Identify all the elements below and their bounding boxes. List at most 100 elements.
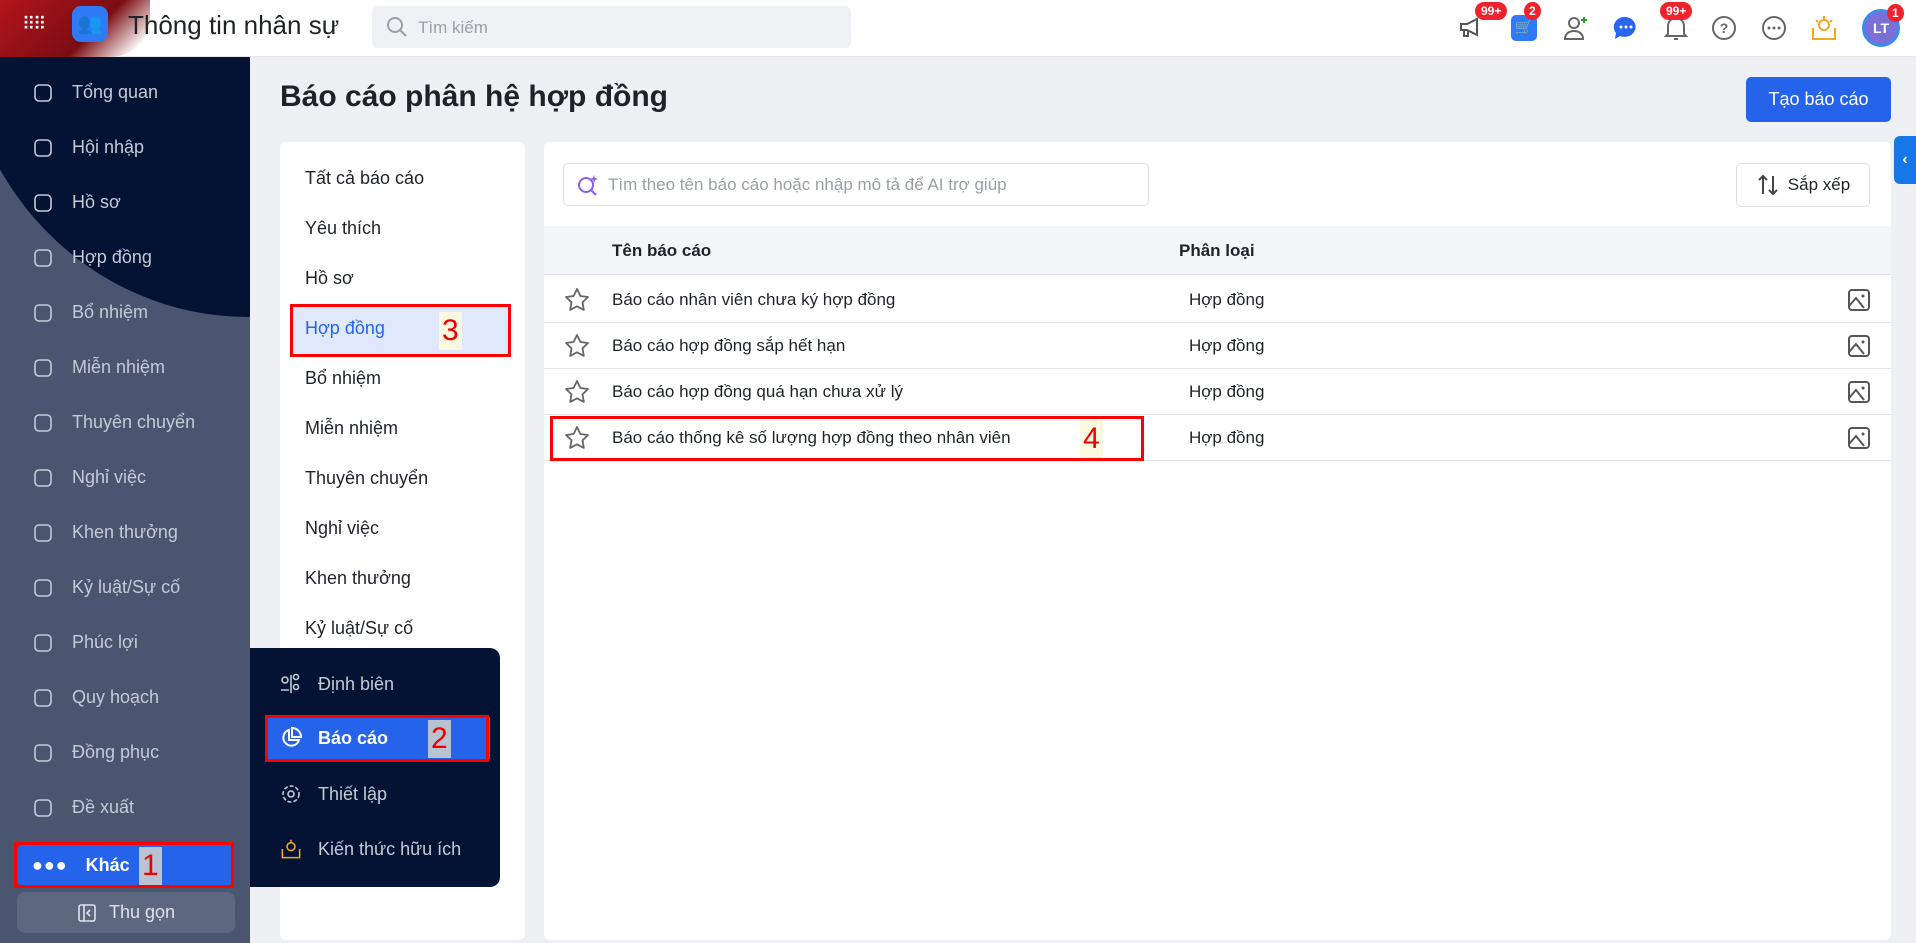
collapse-label: Thu gọn (108, 902, 176, 922)
sidebar-item-label: Quy hoạch (72, 687, 160, 707)
sidebar-item-onboarding[interactable]: Hội nhập (0, 120, 250, 175)
report-category: Hợp đồng (1189, 382, 1265, 401)
search-icon (387, 17, 407, 37)
collapse-icon (78, 903, 96, 922)
notifications-button[interactable]: 99+ (1660, 2, 1693, 44)
category-item[interactable]: Thuyên chuyển (305, 468, 428, 489)
report-list-panel: Tìm theo tên báo cáo hoặc nhập mô tả để … (544, 142, 1891, 940)
category-item[interactable]: Nghỉ việc (305, 518, 379, 539)
flyout-item-staffing[interactable]: Định biên (280, 673, 394, 695)
lightbulb-book-icon (1812, 16, 1836, 40)
image-preview-icon[interactable] (1847, 380, 1871, 404)
star-favorite-icon[interactable] (564, 287, 590, 313)
sidebar-item-label: Hội nhập (72, 137, 145, 157)
report-name[interactable]: Báo cáo hợp đồng quá hạn chưa xử lý (612, 382, 903, 402)
flyout-label: Kiến thức hữu ích (318, 838, 462, 859)
star-favorite-icon[interactable] (564, 333, 590, 359)
column-header-name[interactable]: Tên báo cáo (612, 241, 711, 261)
search-placeholder: Tìm kiếm (418, 18, 488, 37)
annotation-label-1: 1 (139, 847, 162, 885)
sidebar-item-discipline[interactable]: Kỷ luật/Sự cố (0, 560, 250, 615)
category-item[interactable]: Hồ sơ (305, 268, 354, 289)
megaphone-icon (1460, 17, 1478, 37)
report-category: Hợp đồng (1189, 428, 1265, 447)
sort-button[interactable]: Sắp xếp (1736, 163, 1870, 207)
add-user-icon (1563, 17, 1587, 40)
report-category: Hợp đồng (1189, 336, 1265, 355)
sidebar-item-appoint[interactable]: Bổ nhiệm (0, 285, 250, 340)
profile-icon (34, 193, 52, 212)
sidebar-item-resign[interactable]: Nghỉ việc (0, 450, 250, 505)
sidebar-item-reward[interactable]: Khen thưởng (0, 505, 250, 560)
help-button[interactable]: ? (1708, 12, 1740, 44)
sidebar-item-planning[interactable]: Quy hoạch (0, 670, 250, 725)
category-item[interactable]: Miễn nhiệm (305, 418, 398, 439)
table-row[interactable]: Báo cáo hợp đồng quá hạn chưa xử lý Hợp đ… (544, 369, 1891, 415)
sidebar-item-label: Tổng quan (72, 82, 159, 102)
star-favorite-icon[interactable] (564, 379, 590, 405)
more-flyout-menu: Định biên Báo cáo Thiết lập Kiến thức hữ… (250, 648, 500, 887)
report-name[interactable]: Báo cáo nhân viên chưa ký hợp đồng (612, 290, 895, 310)
sidebar-item-label: Thuyên chuyển (72, 412, 196, 432)
category-item[interactable]: Kỷ luật/Sự cố (305, 618, 413, 639)
reward-icon (34, 523, 52, 542)
category-item[interactable]: Khen thưởng (305, 568, 411, 589)
sidebar-item-uniform[interactable]: Đồng phục (0, 725, 250, 780)
category-item[interactable]: Yêu thích (305, 218, 381, 239)
report-name[interactable]: Báo cáo hợp đồng sắp hết hạn (612, 336, 845, 356)
sidebar-item-welfare[interactable]: Phúc lợi (0, 615, 250, 670)
collapse-sidebar-button[interactable]: Thu gọn (17, 892, 235, 933)
transfer-icon (34, 413, 52, 432)
annotation-box-3 (290, 304, 511, 357)
flyout-label: Thiết lập (318, 783, 388, 804)
sidebar-item-contract[interactable]: Hợp đồng (0, 230, 250, 285)
sidebar-item-proposal[interactable]: Đề xuất (0, 780, 250, 835)
chat-button[interactable] (1610, 12, 1642, 44)
staffing-icon (281, 673, 300, 693)
table-row[interactable]: Báo cáo hợp đồng sắp hết hạn Hợp đồng (544, 323, 1891, 369)
discipline-icon (34, 578, 52, 597)
sidebar-item-profile[interactable]: Hồ sơ (0, 175, 250, 230)
page-title: Báo cáo phân hệ hợp đồng (280, 80, 668, 113)
sidebar-item-label: Nghỉ việc (72, 467, 147, 487)
image-preview-icon[interactable] (1847, 426, 1871, 450)
sidebar-item-label: Bổ nhiệm (72, 302, 149, 322)
image-preview-icon[interactable] (1847, 334, 1871, 358)
right-panel-toggle[interactable]: ‹ (1894, 136, 1916, 184)
annotation-box-1 (14, 842, 234, 888)
annotation-label-4: 4 (1080, 420, 1103, 458)
sort-arrows-icon (1758, 174, 1778, 196)
appoint-icon (34, 303, 52, 322)
flyout-item-settings[interactable]: Thiết lập (280, 783, 387, 805)
cart-button[interactable]: 🛒 2 (1508, 2, 1541, 44)
image-preview-icon[interactable] (1847, 288, 1871, 312)
create-report-button[interactable]: Tạo báo cáo (1746, 77, 1891, 122)
column-header-category[interactable]: Phân loại (1179, 241, 1255, 261)
gear-icon (282, 785, 300, 803)
global-search-input[interactable]: Tìm kiếm (372, 6, 851, 48)
category-item[interactable]: Tất cả báo cáo (305, 168, 424, 189)
svg-text:?: ? (1720, 20, 1729, 36)
report-search-input[interactable]: Tìm theo tên báo cáo hoặc nhập mô tả để … (563, 163, 1149, 206)
sidebar-item-home[interactable]: Tổng quan (0, 65, 250, 120)
knowledge-button[interactable] (1808, 12, 1840, 44)
flyout-label: Định biên (318, 673, 395, 694)
proposal-icon (34, 798, 52, 817)
chevron-left-icon: ‹ (1902, 151, 1908, 168)
table-row[interactable]: Báo cáo nhân viên chưa ký hợp đồng Hợp đồ… (544, 277, 1891, 323)
announcement-button[interactable]: 99+ (1455, 2, 1508, 44)
sidebar-item-label: Miễn nhiệm (72, 357, 166, 377)
sidebar-item-transfer[interactable]: Thuyên chuyển (0, 395, 250, 450)
more-circle-icon (1762, 16, 1786, 40)
flyout-item-knowledge[interactable]: Kiến thức hữu ích (280, 838, 461, 860)
contract-icon (34, 248, 52, 267)
more-button[interactable] (1758, 12, 1790, 44)
app-grid-icon[interactable]: ⠿⠿ (22, 14, 46, 35)
sidebar-item-dismiss[interactable]: Miễn nhiệm (0, 340, 250, 395)
annotation-label-3: 3 (439, 312, 462, 350)
notifications-badge: 99+ (1660, 2, 1693, 20)
user-avatar[interactable]: LT 1 (1862, 4, 1904, 47)
top-header: ⠿⠿ 👥 Thông tin nhân sự Tìm kiếm 99+ 🛒 2 … (0, 0, 1916, 57)
category-item[interactable]: Bổ nhiệm (305, 368, 381, 389)
add-user-button[interactable] (1560, 12, 1592, 44)
